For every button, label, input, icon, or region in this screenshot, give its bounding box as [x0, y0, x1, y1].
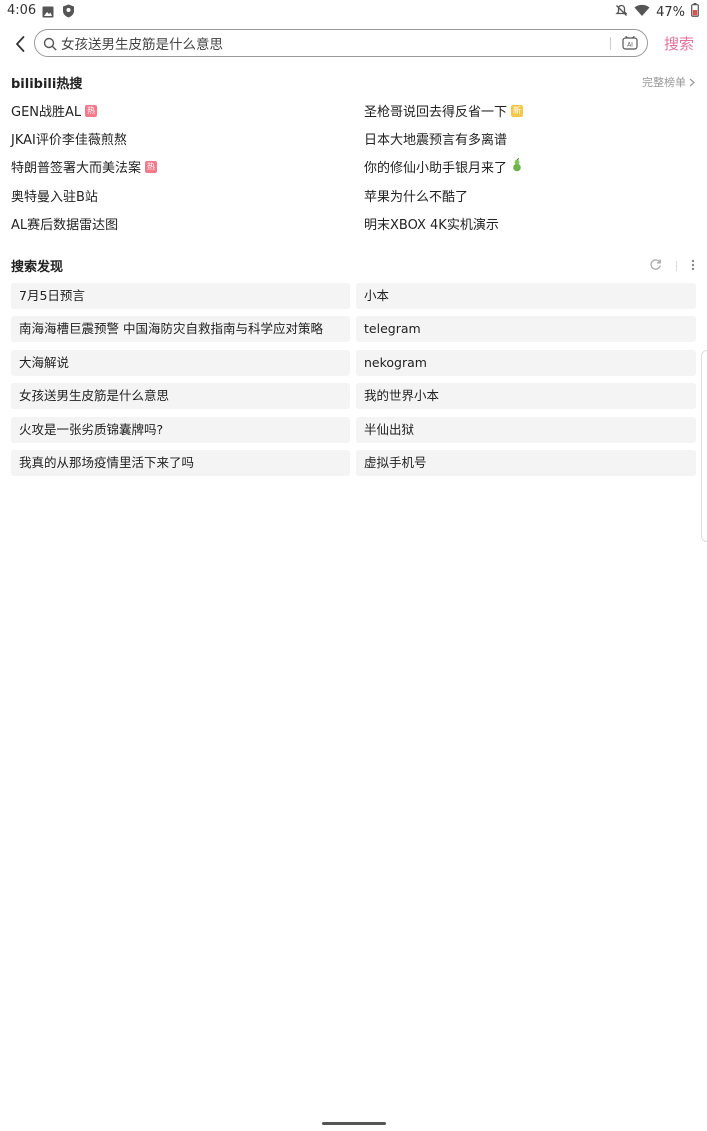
- more-icon[interactable]: [691, 256, 695, 275]
- wifi-icon: [634, 4, 650, 21]
- hot-badge: 热: [85, 104, 98, 117]
- discovery-item[interactable]: 南海海槽巨震预警 中国海防灾自救指南与科学应对策略: [11, 316, 350, 342]
- full-rank-link[interactable]: 完整榜单: [642, 74, 695, 90]
- svg-text:AI: AI: [627, 42, 633, 49]
- status-time: 4:06: [7, 3, 37, 18]
- side-panel-handle[interactable]: [701, 350, 707, 542]
- hot-item[interactable]: 特朗普签署大而美法案 热: [11, 157, 158, 176]
- discovery-item[interactable]: 我的世界小本: [356, 383, 696, 409]
- discovery-item[interactable]: 7月5日预言: [11, 283, 350, 309]
- battery-percent: 47%: [656, 4, 685, 20]
- hot-item[interactable]: 你的修仙小助手银月来了: [364, 157, 523, 176]
- hot-item[interactable]: GEN战胜AL 热: [11, 101, 98, 120]
- hot-badge: 热: [145, 160, 158, 173]
- search-button[interactable]: 搜索: [664, 33, 694, 54]
- divider: [676, 260, 677, 271]
- search-icon: [43, 36, 57, 55]
- search-divider: [610, 37, 611, 50]
- hot-item[interactable]: 苹果为什么不酷了: [364, 186, 468, 205]
- discovery-item[interactable]: 我真的从那场疫情里活下来了吗: [11, 450, 350, 476]
- mute-icon: [615, 4, 628, 21]
- discovery-item[interactable]: 女孩送男生皮筋是什么意思: [11, 383, 350, 409]
- battery-icon: [691, 3, 699, 21]
- discovery-item[interactable]: 半仙出狱: [356, 417, 696, 443]
- chevron-left-icon: [16, 36, 25, 52]
- full-rank-label: 完整榜单: [642, 76, 686, 89]
- hot-item[interactable]: JKAI评价李佳薇煎熬: [11, 129, 127, 148]
- gourd-icon: [511, 157, 523, 176]
- chevron-right-icon: [689, 78, 695, 86]
- discovery-item[interactable]: telegram: [356, 316, 696, 342]
- gallery-icon: [42, 3, 54, 22]
- discovery-item[interactable]: 大海解说: [11, 350, 350, 376]
- ai-icon[interactable]: AI: [622, 35, 638, 55]
- hot-item[interactable]: 日本大地震预言有多离谱: [364, 129, 507, 148]
- hot-item[interactable]: 奥特曼入驻B站: [11, 186, 98, 205]
- hot-section-title: bilibili热搜: [11, 77, 83, 92]
- shield-icon: [62, 3, 75, 22]
- discovery-item[interactable]: nekogram: [356, 350, 696, 376]
- new-badge: 新: [511, 104, 524, 117]
- hot-item[interactable]: 明末XBOX 4K实机演示: [364, 214, 499, 233]
- discovery-section-title: 搜索发现: [11, 260, 64, 275]
- discovery-item[interactable]: 火攻是一张劣质锦囊牌吗?: [11, 417, 350, 443]
- discovery-item[interactable]: 小本: [356, 283, 696, 309]
- search-input[interactable]: [61, 33, 601, 53]
- discovery-item[interactable]: 虚拟手机号: [356, 450, 696, 476]
- refresh-icon[interactable]: [649, 256, 662, 275]
- back-button[interactable]: [10, 33, 30, 55]
- search-box[interactable]: AI: [34, 29, 648, 57]
- status-bar: 4:06 47%: [0, 0, 707, 22]
- gesture-nav-bar[interactable]: [322, 1122, 386, 1125]
- hot-item[interactable]: AL赛后数据雷达图: [11, 214, 118, 233]
- hot-item[interactable]: 圣枪哥说回去得反省一下 新: [364, 101, 524, 120]
